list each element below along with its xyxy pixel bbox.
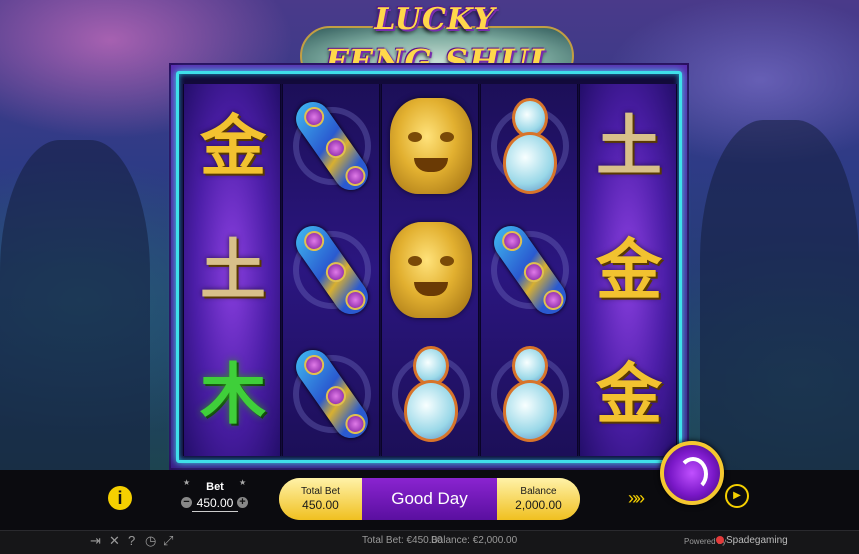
reel-1: 金土木 [183,84,281,456]
history-icon[interactable]: ◷ [145,533,156,549]
ruyi-gem [322,382,350,411]
fullscreen-icon[interactable]: ⤢ [163,533,173,549]
bet-increase-button[interactable]: + [237,497,248,508]
lion-head-symbol [390,222,472,318]
bet-star-icon: ★ [239,478,247,487]
reel-cell [382,208,480,332]
turbo-button[interactable]: »» [628,488,645,509]
balance-label: Balance [520,486,557,497]
bet-label: Bet [206,481,224,493]
ruyi-gem [322,134,350,163]
total-bet-panel: Total Bet 450.00 [279,478,362,520]
reel-4 [480,84,578,456]
bet-star-icon: ★ [183,478,191,487]
ruyi-gem [539,286,568,314]
reel-cell [481,332,579,456]
ruyi-gem [520,258,548,287]
reel-cell [283,208,381,332]
ruyi-gem [341,410,370,438]
gold-kanji-symbol: 金 [596,231,662,309]
ruyi-gem [300,351,329,379]
sound-icon[interactable]: ✕ [109,533,120,549]
lion-eye [440,132,454,142]
reel-cell [382,332,480,456]
provider-logo: Spadegaming [716,535,788,546]
green-kanji-symbol: 木 [200,355,266,433]
silver-kanji-symbol: 土 [596,107,662,185]
reel-cell [481,208,579,332]
balance-panel: Balance 2,000.00 [497,478,580,520]
reel-cell: 木 [184,332,282,456]
lion-eye [408,256,422,266]
silver-kanji-symbol: 土 [200,231,266,309]
gold-kanji-symbol: 金 [596,355,662,433]
gourd-bottom [404,380,458,442]
gourd-symbol [503,98,557,194]
ruyi-gem [300,227,329,255]
lion-eye [440,256,454,266]
lion-mouth [414,282,448,296]
reel-cell: 金 [580,208,678,332]
gourd-bottom [503,380,557,442]
gourd-symbol [503,346,557,442]
turbo-icon: »» [628,488,645,508]
reel-3 [381,84,479,456]
autoplay-button[interactable]: ▶ [725,484,749,508]
ruyi-gem [498,227,527,255]
reel-cell: 土 [580,84,678,208]
reel-cell: 金 [184,84,282,208]
provider-name: Spadegaming [726,535,788,546]
bet-value: 450.00 [192,496,238,512]
provider-logo-mark [716,536,724,544]
message-display: Good Day [362,478,497,520]
bet-decrease-button[interactable]: − [181,497,192,508]
ruyi-gem [341,286,370,314]
ruyi-gem [300,103,329,131]
info-button[interactable]: i [108,486,132,510]
help-icon[interactable]: ? [128,533,135,548]
logo-title-line1: LUCKY [374,2,496,37]
balance-value: 2,000.00 [515,498,562,512]
gourd-symbol [404,346,458,442]
info-pill: Total Bet 450.00 Good Day Balance 2,000.… [279,478,580,520]
lion-mouth [414,158,448,172]
gourd-bottom [503,132,557,194]
lion-eye [408,132,422,142]
reel-2 [282,84,380,456]
lion-head-symbol [390,98,472,194]
reel-cell [382,84,480,208]
reel-cell: 土 [184,208,282,332]
spin-button[interactable] [660,441,724,505]
ruyi-gem [341,162,370,190]
mountain-left [0,140,150,470]
exit-icon[interactable]: ⇥ [90,533,101,549]
ruyi-gem [322,258,350,287]
autoplay-icon: ▶ [733,490,741,501]
reel-cell [283,332,381,456]
total-bet-label: Total Bet [301,486,340,497]
reel-cell [481,84,579,208]
gold-kanji-symbol: 金 [200,107,266,185]
mountain-right [700,120,859,470]
reel-cell [283,84,381,208]
total-bet-value: 450.00 [302,498,339,512]
reel-cell: 金 [580,332,678,456]
status-balance: Balance: €2,000.00 [431,535,518,546]
info-icon: i [117,488,123,508]
reel-5: 土金金 [579,84,677,456]
